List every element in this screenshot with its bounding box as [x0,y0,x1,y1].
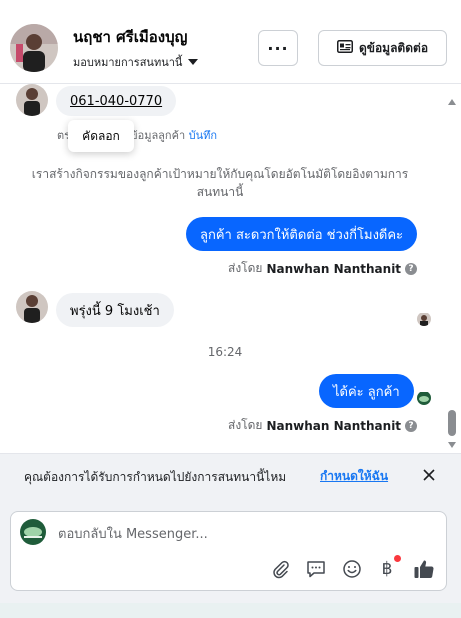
close-icon[interactable] [420,466,438,484]
assign-conversation-dropdown[interactable]: มอบหมายการสนทนานี้ [73,53,199,71]
smiley-icon[interactable] [341,558,363,580]
reply-input[interactable] [58,524,418,544]
seen-avatar [417,312,431,326]
customer-avatar[interactable] [10,24,58,72]
page-avatar [20,519,46,545]
save-note-link[interactable]: บันทึก [189,129,217,142]
speech-bubble-icon[interactable] [305,558,327,580]
contact-card-icon [336,40,353,56]
customer-name: นฤชา ศรีเมืองบุญ [73,28,188,46]
thumbs-up-icon[interactable] [413,558,435,580]
message-timestamp: 16:24 [207,345,243,359]
sent-by-agent-name: Nanwhan Nanthanit [266,261,402,276]
view-contact-info-button[interactable]: ดูข้อมูลติดต่อ [318,30,447,66]
scroll-down-arrow[interactable] [448,442,456,448]
scrollbar-thumb[interactable] [448,410,456,436]
customer-message-avatar [16,84,48,116]
ellipsis-icon: ··· [267,38,289,58]
copy-tooltip[interactable]: คัดลอก [68,120,134,152]
assignment-prompt: คุณต้องการได้รับการกำหนดไปยังการสนทนานี้… [24,470,287,484]
help-icon[interactable]: ? [405,262,418,275]
activity-note-text: ข้อมูลลูกค้า [130,129,186,142]
assign-label: มอบหมายการสนทนานี้ [73,56,183,69]
conversation-header: นฤชา ศรีเมืองบุญ มอบหมายการสนทนานี้ ··· … [0,0,461,84]
bottom-strip [0,603,461,618]
baht-symbol: ฿ [381,559,393,579]
more-options-button[interactable]: ··· [258,30,298,66]
outgoing-message[interactable]: ได้ค่ะ ลูกค้า [319,374,414,408]
phone-number-link[interactable]: 061-040-0770 [70,94,162,109]
notification-dot [394,555,401,562]
sent-by-label: ส่งโดย Nanwhan Nanthanit ? [228,259,418,278]
incoming-message-phone[interactable]: 061-040-0770 [56,86,177,116]
sent-by-prefix: ส่งโดย [228,418,263,432]
help-icon[interactable]: ? [405,419,418,432]
customer-message-avatar [16,291,48,323]
incoming-message[interactable]: พรุ่งนี้ 9 โมงเช้า [56,293,174,327]
assignment-banner: คุณต้องการได้รับการกำหนดไปยังการสนทนานี้… [0,453,461,497]
sent-by-agent-name: Nanwhan Nanthanit [266,418,402,433]
scroll-up-arrow[interactable] [448,99,456,105]
paperclip-icon[interactable] [269,558,291,580]
outgoing-message-text: ลูกค้า สะดวกให้ติดต่อ ช่วงกี่โมงดีคะ [200,227,404,243]
sent-by-prefix: ส่งโดย [228,261,263,275]
incoming-message-text: พรุ่งนี้ 9 โมงเช้า [70,303,160,319]
outgoing-message-text: ได้ค่ะ ลูกค้า [333,384,400,400]
outgoing-message[interactable]: ลูกค้า สะดวกให้ติดต่อ ช่วงกี่โมงดีคะ [186,217,418,251]
view-contact-info-label: ดูข้อมูลติดต่อ [358,40,429,55]
assign-to-me-link[interactable]: กำหนดให้ฉัน [320,467,388,486]
copy-tooltip-label: คัดลอก [82,128,120,143]
sent-by-label: ส่งโดย Nanwhan Nanthanit ? [228,416,418,435]
page-avatar [417,391,431,405]
system-message: เราสร้างกิจกรรมของลูกค้าเป้าหมายให้กับคุ… [31,167,409,199]
chevron-down-icon [188,59,199,65]
